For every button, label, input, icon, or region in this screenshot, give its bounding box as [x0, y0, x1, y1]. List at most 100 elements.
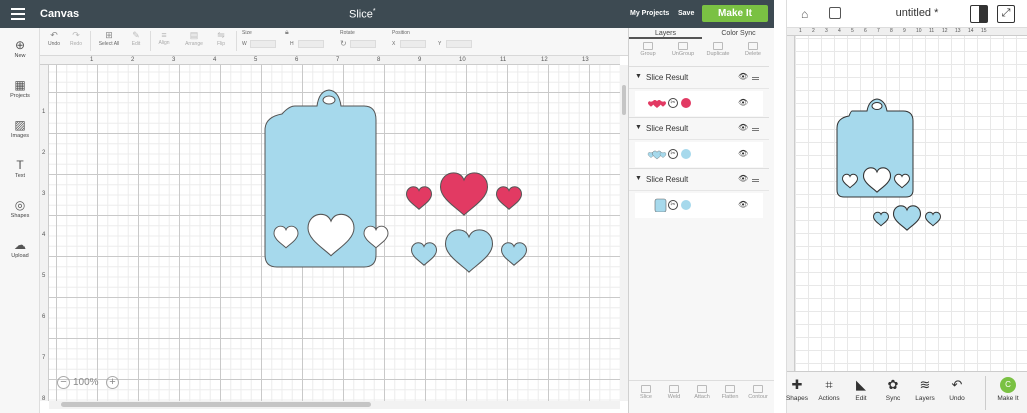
- nav-item-projects[interactable]: ▦ Projects: [0, 78, 40, 99]
- mobile-app: ⌂ untitled * ⤢ 1 2 3 4 5 6 7 8 9 10 11 12 13 14 15 ✚ Sh…: [786, 0, 1027, 413]
- layer-group-header[interactable]: ▼ Slice Result 👁︎: [629, 66, 769, 89]
- mobile-tool-sync[interactable]: ✿ Sync: [877, 377, 909, 402]
- lock-icon[interactable]: 🔒︎: [285, 29, 289, 37]
- tool-slice[interactable]: Slice: [633, 385, 659, 400]
- ruler-tick-label: 12: [942, 28, 948, 34]
- mobile-tool-undo[interactable]: ↶ Undo: [941, 377, 973, 402]
- horizontal-scrollbar[interactable]: [49, 401, 620, 409]
- scroll-thumb[interactable]: [622, 85, 626, 115]
- tool-contour[interactable]: Contour: [745, 385, 771, 400]
- layer-color-swatch[interactable]: [681, 149, 691, 159]
- x-position-input[interactable]: [400, 40, 426, 48]
- vertical-scrollbar[interactable]: [620, 65, 628, 401]
- select-all-button[interactable]: ⊞ Select All: [96, 30, 122, 47]
- layer-group-header[interactable]: ▼ Slice Result 👁︎: [629, 117, 769, 140]
- mobile-project-title[interactable]: untitled *: [872, 7, 962, 19]
- edit-button[interactable]: ✎ Edit: [126, 30, 146, 47]
- tool-label: Weld: [667, 394, 681, 400]
- mobile-make-it-button[interactable]: C Make It: [991, 377, 1025, 402]
- visibility-eye-icon[interactable]: 👁︎: [738, 200, 748, 209]
- collapse-triangle-icon[interactable]: ▼: [635, 124, 642, 131]
- redo-button[interactable]: ↷ Redo: [68, 30, 84, 47]
- layer-color-swatch[interactable]: [681, 98, 691, 108]
- y-position-input[interactable]: [446, 40, 472, 48]
- tool-label: Flatten: [721, 394, 739, 400]
- nav-item-text[interactable]: T Text: [0, 158, 40, 179]
- layer-color-swatch[interactable]: [681, 200, 691, 210]
- tab-layers[interactable]: Layers: [629, 28, 702, 39]
- pink-heart-small-right[interactable]: [495, 186, 523, 210]
- visibility-eye-icon[interactable]: 👁︎: [738, 123, 748, 132]
- tool-label: Delete: [745, 51, 761, 57]
- cut-operation-icon[interactable]: ✂: [668, 149, 678, 159]
- width-input[interactable]: [250, 40, 276, 48]
- mobile-tool-edit[interactable]: ◣ Edit: [845, 377, 877, 402]
- tool-duplicate[interactable]: Duplicate: [703, 42, 733, 57]
- my-projects-link[interactable]: My Projects: [630, 10, 669, 17]
- layer-row[interactable]: ✂ 👁︎: [635, 193, 763, 218]
- desktop-app: Canvas Slice* My Projects Save Make It ↶…: [0, 0, 774, 413]
- mobile-blue-heart-left[interactable]: [873, 211, 889, 227]
- align-button[interactable]: ≡ Align: [154, 30, 174, 46]
- cut-operation-icon[interactable]: ✂: [668, 98, 678, 108]
- save-button[interactable]: Save: [678, 10, 694, 17]
- visibility-eye-icon[interactable]: 👁︎: [738, 149, 748, 158]
- drag-handle-icon[interactable]: [752, 77, 759, 78]
- tool-group[interactable]: Group: [633, 42, 663, 57]
- home-icon[interactable]: ⌂: [801, 7, 808, 21]
- view-toggle-icon[interactable]: [970, 5, 988, 23]
- undo-button[interactable]: ↶ Undo: [46, 30, 62, 47]
- ruler-tick-label: 5: [42, 273, 46, 279]
- collapse-triangle-icon[interactable]: ▼: [635, 73, 642, 80]
- layer-row[interactable]: ✂ 👁︎: [635, 91, 763, 116]
- collapse-triangle-icon[interactable]: ▼: [635, 175, 642, 182]
- panel-bottom-toolbar: Slice Weld Attach Flatten Contour: [629, 380, 774, 413]
- save-icon[interactable]: [829, 7, 841, 19]
- blue-heart-small-right[interactable]: [500, 242, 528, 266]
- flip-button[interactable]: ⇋ Flip: [212, 30, 230, 47]
- scroll-thumb[interactable]: [61, 402, 371, 407]
- tag-shape[interactable]: [264, 89, 389, 268]
- tool-weld[interactable]: Weld: [661, 385, 687, 400]
- tool-delete[interactable]: Delete: [738, 42, 768, 57]
- rotate-input[interactable]: [350, 40, 376, 48]
- tab-color-sync[interactable]: Color Sync: [702, 28, 774, 39]
- project-title[interactable]: Slice*: [349, 8, 376, 21]
- make-it-button[interactable]: Make It: [702, 5, 768, 22]
- tool-ungroup[interactable]: UnGroup: [668, 42, 698, 57]
- tool-flatten[interactable]: Flatten: [717, 385, 743, 400]
- pink-heart-small-left[interactable]: [405, 186, 433, 210]
- mobile-blue-heart-center[interactable]: [892, 205, 922, 231]
- mobile-tool-shapes[interactable]: ✚ Shapes: [781, 377, 813, 402]
- expand-icon[interactable]: ⤢: [997, 5, 1015, 23]
- mobile-tool-actions[interactable]: ⌗ Actions: [813, 377, 845, 402]
- height-input[interactable]: [298, 40, 324, 48]
- nav-item-shapes[interactable]: ◎ Shapes: [0, 198, 40, 219]
- nav-item-upload[interactable]: ☁ Upload: [0, 238, 40, 259]
- drag-handle-icon[interactable]: [752, 179, 759, 180]
- mobile-blue-heart-right[interactable]: [925, 211, 941, 227]
- mobile-canvas[interactable]: [795, 36, 1027, 371]
- nav-item-images[interactable]: ▨ Images: [0, 118, 40, 139]
- mobile-tool-layers[interactable]: ≋ Layers: [909, 377, 941, 402]
- blue-heart-small-left[interactable]: [410, 242, 438, 266]
- arrange-button[interactable]: ▤ Arrange: [180, 30, 208, 47]
- drag-handle-icon[interactable]: [752, 128, 759, 129]
- y-label: Y: [438, 41, 442, 47]
- attach-icon: [697, 385, 707, 393]
- blue-heart-large[interactable]: [444, 228, 494, 274]
- visibility-eye-icon[interactable]: 👁︎: [738, 98, 748, 107]
- visibility-eye-icon[interactable]: 👁︎: [738, 72, 748, 81]
- hamburger-menu-icon[interactable]: [11, 8, 25, 20]
- design-canvas[interactable]: [49, 65, 620, 401]
- mobile-tag-shape[interactable]: [836, 98, 914, 198]
- tool-attach[interactable]: Attach: [689, 385, 715, 400]
- layer-group-header[interactable]: ▼ Slice Result 👁︎: [629, 168, 769, 191]
- cut-operation-icon[interactable]: ✂: [668, 200, 678, 210]
- zoom-in-button[interactable]: +: [106, 376, 119, 389]
- layer-row[interactable]: ✂ 👁︎: [635, 142, 763, 167]
- zoom-out-button[interactable]: −: [57, 376, 70, 389]
- pink-heart-large[interactable]: [439, 171, 489, 217]
- visibility-eye-icon[interactable]: 👁︎: [738, 174, 748, 183]
- nav-item-new[interactable]: ⊕ New: [0, 38, 40, 59]
